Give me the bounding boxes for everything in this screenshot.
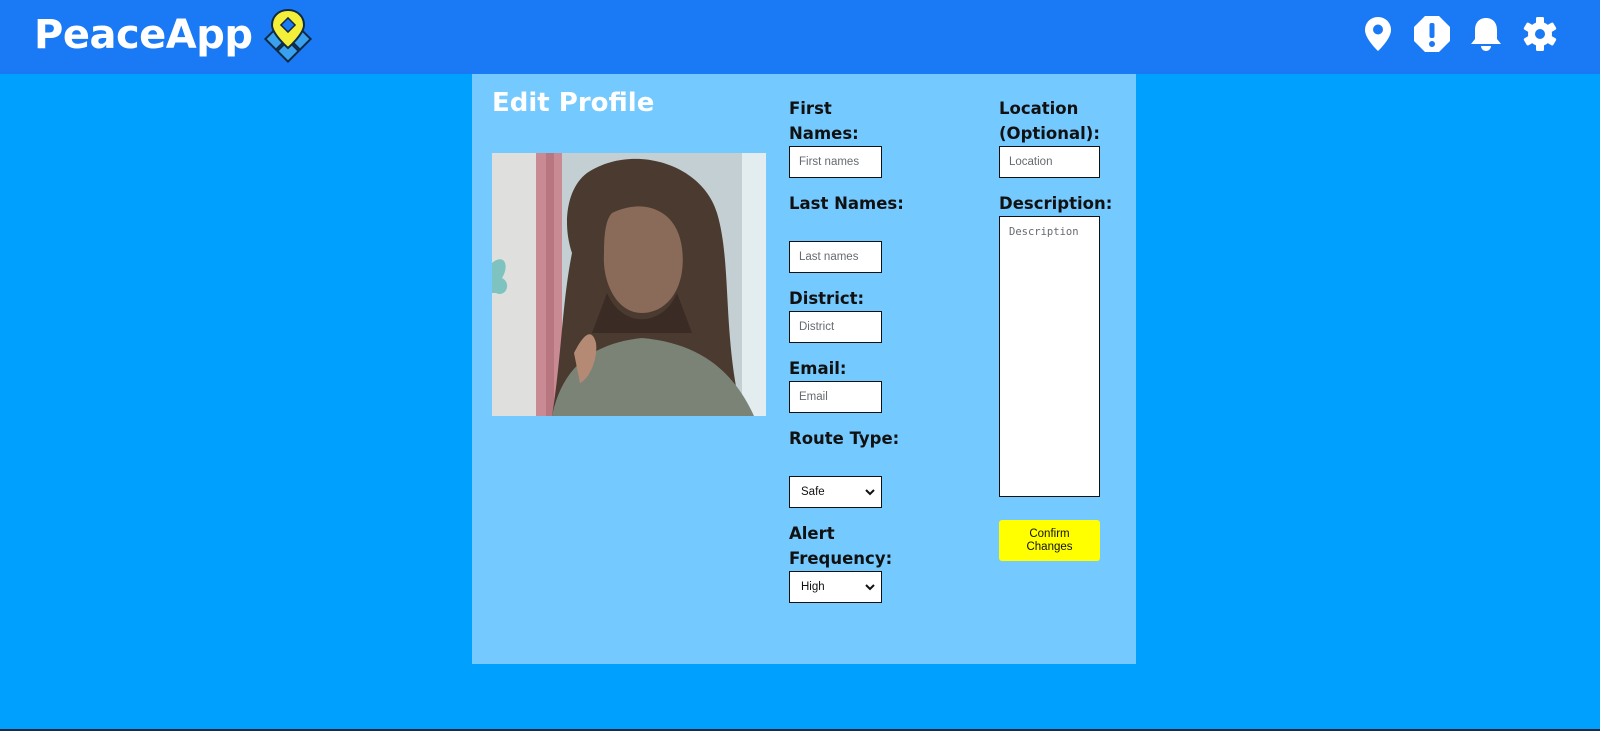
description-textarea[interactable] bbox=[999, 216, 1100, 497]
location-input[interactable] bbox=[999, 146, 1100, 178]
nav-icon-group bbox=[1358, 14, 1560, 54]
edit-profile-card: Edit Profile First Names: Last Names: Di… bbox=[472, 74, 1136, 664]
first-names-label: First Names: bbox=[789, 99, 859, 143]
alert-frequency-selected-value: High bbox=[801, 581, 825, 593]
email-label: Email: bbox=[789, 359, 847, 378]
alert-icon[interactable] bbox=[1412, 14, 1452, 54]
app-logo[interactable]: PeaceApp bbox=[34, 6, 317, 64]
confirm-changes-button[interactable]: Confirm Changes bbox=[999, 520, 1100, 561]
alert-frequency-label: Alert Frequency: bbox=[789, 524, 893, 568]
alert-frequency-select[interactable]: High bbox=[789, 571, 882, 603]
location-label: Location (Optional): bbox=[999, 99, 1100, 143]
app-name: PeaceApp bbox=[34, 12, 253, 58]
route-type-select[interactable]: Safe bbox=[789, 476, 882, 508]
district-label: District: bbox=[789, 289, 865, 308]
bell-icon[interactable] bbox=[1466, 14, 1506, 54]
profile-photo[interactable] bbox=[492, 153, 766, 416]
email-input[interactable] bbox=[789, 381, 882, 413]
district-input[interactable] bbox=[789, 311, 882, 343]
last-names-input[interactable] bbox=[789, 241, 882, 273]
chevron-down-icon bbox=[865, 583, 875, 590]
route-type-selected-value: Safe bbox=[801, 486, 825, 498]
route-type-label: Route Type: bbox=[789, 429, 900, 448]
page-title: Edit Profile bbox=[492, 88, 655, 118]
gear-icon[interactable] bbox=[1520, 14, 1560, 54]
first-names-input[interactable] bbox=[789, 146, 882, 178]
last-names-label: Last Names: bbox=[789, 194, 904, 213]
logo-map-pin-icon bbox=[263, 8, 312, 64]
chevron-down-icon bbox=[865, 488, 875, 495]
top-navigation-bar: PeaceApp bbox=[0, 0, 1600, 74]
location-pin-icon[interactable] bbox=[1358, 14, 1398, 54]
description-label: Description: bbox=[999, 194, 1113, 213]
